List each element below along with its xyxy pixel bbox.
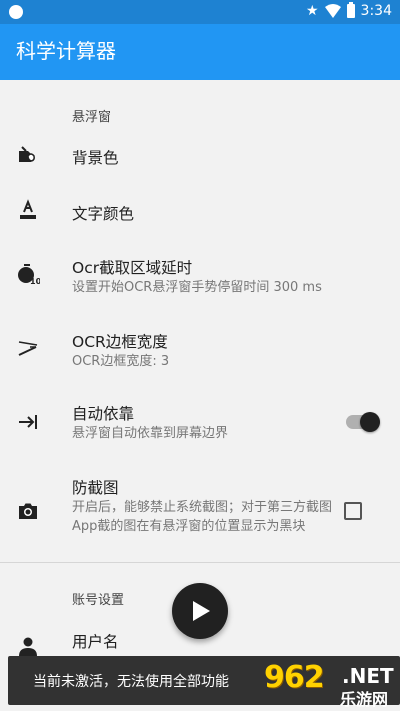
setting-title: 自动依靠 bbox=[72, 405, 135, 423]
arrow-to-edge-icon bbox=[19, 415, 37, 429]
text-color-icon bbox=[20, 199, 36, 219]
line-weight-icon bbox=[18, 341, 38, 356]
section-account: 账号设置 bbox=[72, 593, 125, 608]
switch-thumb bbox=[360, 412, 380, 432]
play-fab-button[interactable] bbox=[172, 583, 228, 639]
setting-title: 防截图 bbox=[72, 479, 119, 497]
setting-summary: 开启后，能够禁止系统截图；对于第三方截图App截的图在有悬浮窗的位置显示为黑块 bbox=[72, 500, 333, 534]
star-icon: ★ bbox=[305, 3, 319, 19]
setting-text-color[interactable]: 文字颜色 bbox=[0, 182, 400, 236]
snackbar-message: 当前未激活，无法使用全部功能 bbox=[33, 674, 229, 690]
battery-icon bbox=[346, 2, 355, 18]
setting-title: 文字颜色 bbox=[72, 205, 135, 223]
setting-summary: 设置开始OCR悬浮窗手势停留时间 300 ms bbox=[72, 280, 322, 295]
setting-auto-dock[interactable]: 自动依靠 悬浮窗自动依靠到屏幕边界 bbox=[0, 390, 400, 458]
watermark-name: 乐游网 bbox=[340, 690, 389, 709]
app-title: 科学计算器 bbox=[16, 39, 116, 63]
auto-dock-switch[interactable] bbox=[346, 412, 380, 432]
setting-summary: OCR边框宽度: 3 bbox=[72, 354, 170, 369]
setting-anti-screenshot[interactable]: 防截图 开启后，能够禁止系统截图；对于第三方截图App截的图在有悬浮窗的位置显示… bbox=[0, 468, 400, 556]
notification-dot-icon bbox=[9, 5, 23, 19]
setting-title: Ocr截取区域延时 bbox=[72, 259, 193, 277]
play-icon bbox=[193, 601, 210, 621]
wifi-icon bbox=[324, 4, 341, 18]
person-icon bbox=[19, 637, 37, 656]
app-bar: 科学计算器 bbox=[0, 24, 400, 80]
svg-text:10: 10 bbox=[30, 277, 40, 286]
watermark-number: 962 bbox=[264, 660, 325, 695]
camera-icon bbox=[19, 503, 37, 519]
setting-ocr-border[interactable]: OCR边框宽度 OCR边框宽度: 3 bbox=[0, 314, 400, 382]
status-time: 3:34 bbox=[360, 3, 392, 19]
setting-title: 用户名 bbox=[72, 633, 119, 651]
setting-summary: 悬浮窗自动依靠到屏幕边界 bbox=[72, 426, 229, 441]
timer-10-icon: 10 bbox=[18, 264, 40, 286]
paint-bucket-icon bbox=[19, 146, 35, 162]
anti-screenshot-checkbox[interactable] bbox=[344, 502, 362, 520]
setting-background-color[interactable]: 背景色 bbox=[0, 128, 400, 182]
setting-ocr-delay[interactable]: 10 Ocr截取区域延时 设置开始OCR悬浮窗手势停留时间 300 ms bbox=[0, 240, 400, 308]
status-bar: ★ 3:34 bbox=[0, 0, 400, 24]
watermark-domain: .NET bbox=[342, 664, 394, 688]
setting-title: 背景色 bbox=[72, 149, 119, 167]
setting-title: OCR边框宽度 bbox=[72, 333, 168, 351]
section-float-window: 悬浮窗 bbox=[72, 110, 112, 125]
section-divider bbox=[0, 562, 400, 563]
watermark-logo: 962 .NET 乐游网 bbox=[258, 660, 400, 709]
